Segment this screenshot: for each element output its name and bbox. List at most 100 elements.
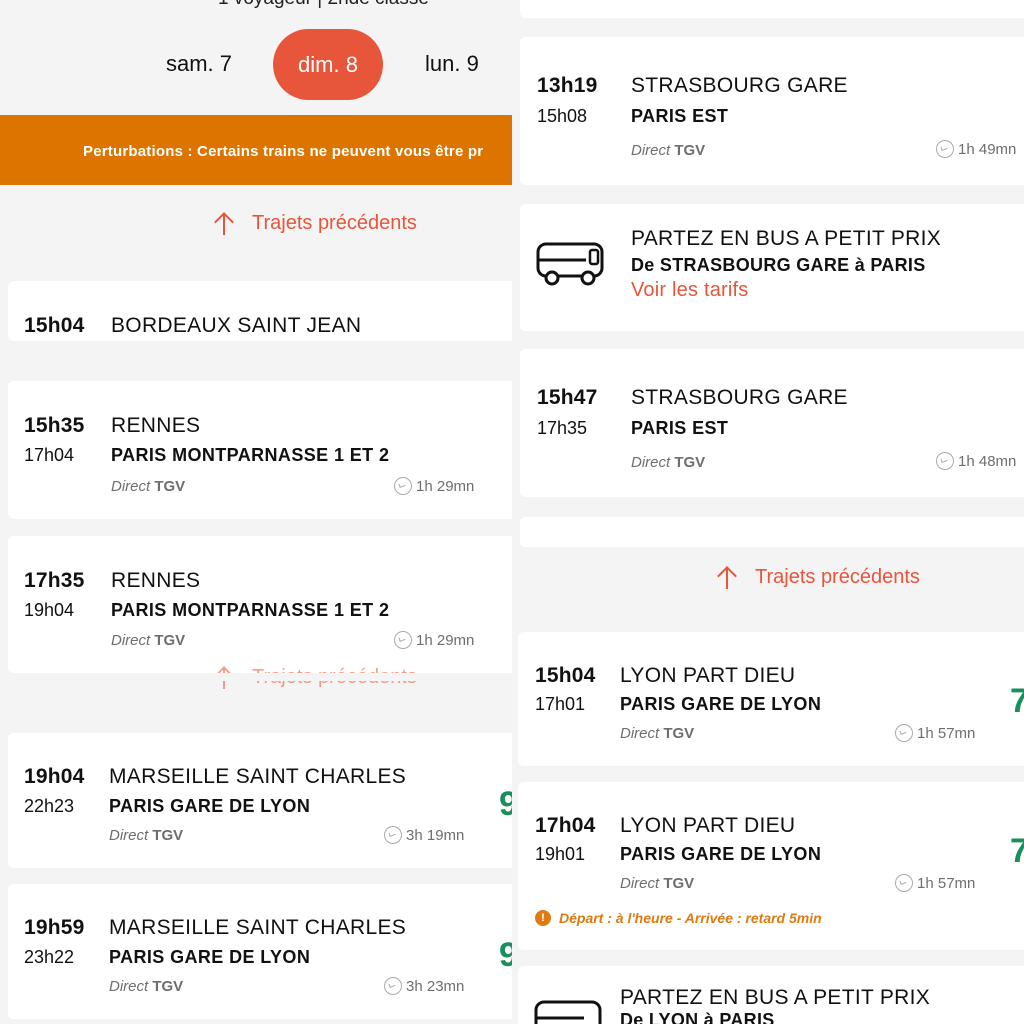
trip-card[interactable]: 17h35 19h04 RENNES PARIS MONTPARNASSE 1 … xyxy=(8,536,512,673)
clock-icon xyxy=(384,977,402,995)
trip-price: 9 xyxy=(499,785,512,823)
clock-icon xyxy=(394,477,412,495)
see-fares-link[interactable]: Voir les tarifs xyxy=(631,279,748,302)
bus-icon xyxy=(536,242,604,286)
arrival-time: 17h35 xyxy=(537,418,588,438)
trip-price: 7 xyxy=(1010,682,1024,720)
departure-time: 15h35 xyxy=(24,414,85,437)
trip-type: Direct TGV xyxy=(631,142,706,159)
trip-type: Direct TGV xyxy=(109,978,184,995)
departure-time: 19h59 xyxy=(24,916,85,939)
bus-promo-card[interactable]: PARTEZ EN BUS A PETIT PRIX De LYON à PAR… xyxy=(518,966,1024,1024)
departure-time: 19h04 xyxy=(24,765,85,788)
bus-promo-title: PARTEZ EN BUS A PETIT PRIX xyxy=(620,986,931,1009)
trip-type: Direct TGV xyxy=(620,875,695,892)
date-selected-label: dim. 8 xyxy=(298,51,358,77)
destination-station: PARIS MONTPARNASSE 1 ET 2 xyxy=(111,600,390,620)
destination-station: PARIS GARE DE LYON xyxy=(109,947,311,967)
origin-station: BORDEAUX SAINT JEAN xyxy=(111,314,362,337)
trip-duration: 1h 49mn xyxy=(936,140,1016,158)
clock-icon xyxy=(394,631,412,649)
arrow-up-icon xyxy=(717,567,737,589)
origin-station: STRASBOURG GARE xyxy=(631,386,848,409)
right-screenshot: 13h19 15h08 STRASBOURG GARE PARIS EST Di… xyxy=(512,0,1024,1024)
clock-icon xyxy=(936,140,954,158)
trip-type: Direct TGV xyxy=(111,478,186,495)
destination-station: PARIS EST xyxy=(631,106,729,126)
origin-station: RENNES xyxy=(111,569,201,592)
bus-promo-subtitle: De STRASBOURG GARE à PARIS xyxy=(631,255,926,275)
origin-station: RENNES xyxy=(111,414,201,437)
departure-time: 15h04 xyxy=(535,664,596,687)
departure-time: 17h04 xyxy=(535,814,596,837)
bus-promo-title: PARTEZ EN BUS A PETIT PRIX xyxy=(631,227,942,250)
trip-card[interactable]: 19h59 23h22 MARSEILLE SAINT CHARLES PARI… xyxy=(8,884,512,1019)
departure-time: 15h04 xyxy=(24,314,85,337)
delay-warning-text: Départ : à l'heure - Arrivée : retard 5m… xyxy=(559,910,822,926)
origin-station: LYON PART DIEU xyxy=(620,814,796,837)
alert-icon: ! xyxy=(535,910,551,926)
trip-type: Direct TGV xyxy=(111,632,186,649)
left-screenshot: 1 voyageur | 2nde classe sam. 7 dim. 8 l… xyxy=(0,0,512,1024)
disruption-banner-text: Perturbations : Certains trains ne peuve… xyxy=(83,143,484,160)
disruption-banner[interactable]: Perturbations : Certains trains ne peuve… xyxy=(0,115,512,185)
bus-promo-card[interactable]: PARTEZ EN BUS A PETIT PRIX De STRASBOURG… xyxy=(520,204,1024,331)
trip-price: 7 xyxy=(1010,832,1024,870)
seam-divider xyxy=(512,547,1024,632)
departure-time: 15h47 xyxy=(537,386,598,409)
trip-card[interactable] xyxy=(520,0,1024,18)
trip-duration: 1h 57mn xyxy=(895,874,975,892)
seam-divider xyxy=(0,673,512,681)
trip-card[interactable]: 19h04 22h23 MARSEILLE SAINT CHARLES PARI… xyxy=(8,733,512,868)
arrival-time: 19h01 xyxy=(535,844,586,864)
previous-trips-label: Trajets précédents xyxy=(252,212,417,234)
trip-card[interactable]: 15h04 17h01 LYON PART DIEU PARIS GARE DE… xyxy=(518,632,1024,766)
previous-trips-link[interactable]: Trajets précédents xyxy=(717,566,920,589)
arrival-time: 15h08 xyxy=(537,106,588,126)
origin-station: MARSEILLE SAINT CHARLES xyxy=(109,765,407,788)
trip-card[interactable]: 15h35 17h04 RENNES PARIS MONTPARNASSE 1 … xyxy=(8,381,512,519)
destination-station: PARIS MONTPARNASSE 1 ET 2 xyxy=(111,445,390,465)
trip-card[interactable]: 15h47 17h35 STRASBOURG GARE PARIS EST Di… xyxy=(520,349,1024,497)
date-selected[interactable]: dim. 8 xyxy=(273,29,383,100)
clock-icon xyxy=(895,874,913,892)
trip-duration: 3h 19mn xyxy=(384,826,464,844)
arrival-time: 19h04 xyxy=(24,600,75,620)
trip-type: Direct TGV xyxy=(109,827,184,844)
date-next[interactable]: lun. 9 xyxy=(425,51,479,77)
trip-card[interactable] xyxy=(520,517,1024,547)
trip-card[interactable]: 13h19 15h08 STRASBOURG GARE PARIS EST Di… xyxy=(520,37,1024,185)
previous-trips-link[interactable]: Trajets précédents xyxy=(214,212,417,235)
trip-duration: 3h 23mn xyxy=(384,977,464,995)
clock-icon xyxy=(384,826,402,844)
date-prev[interactable]: sam. 7 xyxy=(166,51,232,77)
origin-station: LYON PART DIEU xyxy=(620,664,796,687)
origin-station: MARSEILLE SAINT CHARLES xyxy=(109,916,407,939)
clock-icon xyxy=(936,452,954,470)
passenger-info: 1 voyageur | 2nde classe xyxy=(218,0,429,10)
trip-duration: 1h 57mn xyxy=(895,724,975,742)
destination-station: PARIS GARE DE LYON xyxy=(109,796,311,816)
bus-icon xyxy=(534,1000,602,1024)
trip-duration: 1h 29mn xyxy=(394,477,474,495)
arrival-time: 22h23 xyxy=(24,796,75,816)
departure-time: 13h19 xyxy=(537,74,598,97)
trip-price: 9 xyxy=(499,936,512,974)
arrival-time: 23h22 xyxy=(24,947,75,967)
delay-warning: ! Départ : à l'heure - Arrivée : retard … xyxy=(535,910,822,926)
trip-duration: 1h 48mn xyxy=(936,452,1016,470)
destination-station: PARIS GARE DE LYON xyxy=(620,694,822,714)
arrow-up-icon xyxy=(214,213,234,235)
destination-station: PARIS GARE DE LYON xyxy=(620,844,822,864)
departure-time: 17h35 xyxy=(24,569,85,592)
bus-promo-subtitle: De LYON à PARIS xyxy=(620,1010,775,1024)
arrival-time: 17h04 xyxy=(24,445,75,465)
destination-station: PARIS EST xyxy=(631,418,729,438)
trip-type: Direct TGV xyxy=(631,454,706,471)
trip-card[interactable]: 15h04 BORDEAUX SAINT JEAN xyxy=(8,281,512,341)
trip-duration: 1h 29mn xyxy=(394,631,474,649)
trip-type: Direct TGV xyxy=(620,725,695,742)
trip-card[interactable]: 17h04 19h01 LYON PART DIEU PARIS GARE DE… xyxy=(518,782,1024,950)
arrival-time: 17h01 xyxy=(535,694,586,714)
clock-icon xyxy=(895,724,913,742)
